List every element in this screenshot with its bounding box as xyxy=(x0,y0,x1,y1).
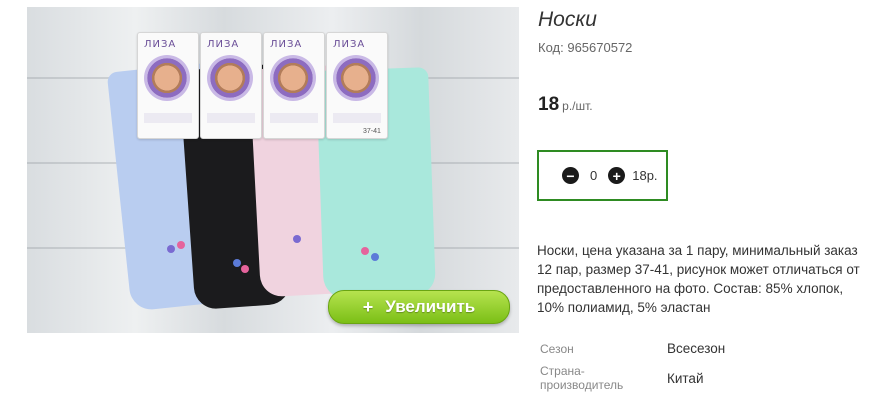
package-card: ЛИЗА 37-41 xyxy=(326,32,388,139)
package-portrait xyxy=(270,55,316,101)
product-title: Носки xyxy=(538,8,597,31)
package-portrait xyxy=(333,55,379,101)
flower-embroidery xyxy=(177,241,185,249)
package-portrait xyxy=(207,55,253,101)
quantity-value: 0 xyxy=(590,168,598,183)
package-brand: ЛИЗА xyxy=(207,39,240,50)
package-card: ЛИЗА xyxy=(263,32,325,139)
package-card: ЛИЗА xyxy=(137,32,199,139)
package-brand: ЛИЗА xyxy=(144,39,177,50)
package-card: ЛИЗА xyxy=(200,32,262,139)
price-unit: р./шт. xyxy=(562,99,593,113)
spec-value-season: Всесезон xyxy=(667,341,726,356)
flower-embroidery xyxy=(167,245,175,253)
flower-embroidery xyxy=(361,247,369,255)
product-code: Код: 965670572 xyxy=(538,40,632,55)
spec-value-country: Китай xyxy=(667,371,704,386)
package-portrait xyxy=(144,55,190,101)
package-brand: ЛИЗА xyxy=(270,39,303,50)
spec-label-season: Сезон xyxy=(540,342,574,356)
product-description: Носки, цена указана за 1 пару, минимальн… xyxy=(537,243,860,315)
quantity-total: 18р. xyxy=(632,168,658,183)
enlarge-button[interactable]: + Увеличить xyxy=(328,290,510,324)
flower-embroidery xyxy=(293,235,301,243)
flower-embroidery xyxy=(241,265,249,273)
product-price: 18 р./шт. xyxy=(538,94,593,116)
price-value: 18 xyxy=(538,94,560,115)
minus-icon[interactable]: − xyxy=(562,167,579,184)
product-image[interactable]: ЛИЗА ЛИЗА ЛИЗА ЛИЗА 37-41 + Увеличить xyxy=(27,7,519,333)
package-stripe xyxy=(207,113,255,123)
flower-embroidery xyxy=(371,253,379,261)
package-stripe xyxy=(270,113,318,123)
quantity-stepper: − 0 + 18р. xyxy=(537,150,668,201)
plus-icon[interactable]: + xyxy=(608,167,626,184)
package-size-tag: 37-41 xyxy=(363,128,381,135)
enlarge-label: Увеличить xyxy=(385,297,476,316)
spec-label-country: Страна- производитель xyxy=(540,364,624,392)
product-code-label: Код: xyxy=(538,40,564,55)
package-stripe xyxy=(333,113,381,123)
product-code-value: 965670572 xyxy=(567,40,633,55)
flower-embroidery xyxy=(233,259,241,267)
package-brand: ЛИЗА xyxy=(333,39,366,50)
package-stripe xyxy=(144,113,192,123)
plus-icon: + xyxy=(362,296,374,317)
